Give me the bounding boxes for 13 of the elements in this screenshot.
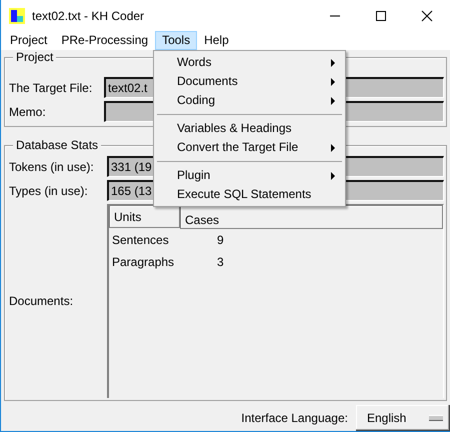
field-label: Tokens (in use): xyxy=(9,160,95,174)
table-cell-text: Paragraphs xyxy=(112,255,176,269)
language-label: Interface Language: xyxy=(241,411,348,425)
field-label: Types (in use): xyxy=(9,184,89,198)
table-cell: 3 xyxy=(217,255,224,269)
field-label: Documents: xyxy=(9,294,74,308)
field-label: Memo: xyxy=(9,104,47,118)
group-title: Project xyxy=(13,50,56,64)
group-title: Database Stats xyxy=(13,138,102,152)
field-label: The Target File: xyxy=(9,80,94,94)
window-title: text02.txt - KH Coder xyxy=(32,8,144,22)
table-cell: 9 xyxy=(217,233,224,247)
table-cell-text: Sentences xyxy=(112,233,170,247)
